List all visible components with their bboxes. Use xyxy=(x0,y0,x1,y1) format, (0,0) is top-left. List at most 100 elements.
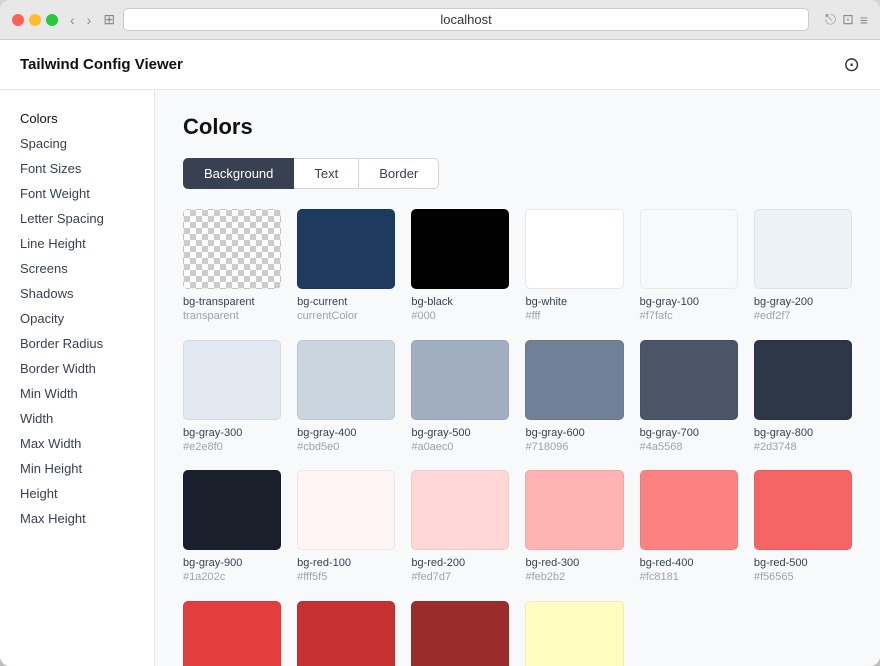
color-name-label: bg-gray-700 xyxy=(640,426,738,440)
sidebar-item-shadows[interactable]: Shadows xyxy=(0,281,154,306)
color-swatch-bg-red-800[interactable] xyxy=(411,601,509,666)
color-value-label: #fff xyxy=(525,309,623,323)
color-name-label: bg-red-400 xyxy=(640,556,738,570)
tab-background[interactable]: Background xyxy=(183,158,294,189)
sidebar-item-font-weight[interactable]: Font Weight xyxy=(0,181,154,206)
sidebar-item-border-radius[interactable]: Border Radius xyxy=(0,331,154,356)
color-swatch-bg-red-200[interactable] xyxy=(411,470,509,550)
color-value-label: #2d3748 xyxy=(754,440,852,454)
color-swatch-bg-red-900[interactable] xyxy=(525,601,623,666)
sidebar-item-width[interactable]: Width xyxy=(0,406,154,431)
color-card-bg-black: bg-black#000 xyxy=(411,209,509,324)
sidebar-item-spacing[interactable]: Spacing xyxy=(0,131,154,156)
close-button[interactable] xyxy=(12,14,24,26)
sidebar-item-min-height[interactable]: Min Height xyxy=(0,456,154,481)
browser-chrome: ‹ › ⊞ localhost ⎋ ⊡ ≡ xyxy=(0,0,880,40)
share-button[interactable]: ⎋ xyxy=(825,11,836,28)
github-icon[interactable]: ⊙ xyxy=(843,52,860,77)
color-swatch-bg-gray-500[interactable] xyxy=(411,340,509,420)
color-swatch-bg-black[interactable] xyxy=(411,209,509,289)
color-swatch-bg-red-700[interactable] xyxy=(297,601,395,666)
color-swatch-bg-gray-100[interactable] xyxy=(640,209,738,289)
main-content: Colors BackgroundTextBorder bg-transpare… xyxy=(155,90,880,666)
color-card-bg-current: bg-currentcurrentColor xyxy=(297,209,395,324)
nav-buttons: ‹ › xyxy=(66,10,95,30)
color-card-bg-transparent: bg-transparenttransparent xyxy=(183,209,281,324)
color-card-bg-red-700: bg-red-700#c53030 xyxy=(297,601,395,666)
browser-actions: ⎋ ⊡ ≡ xyxy=(825,11,868,28)
color-card-bg-red-500: bg-red-500#f56565 xyxy=(754,470,852,585)
color-card-bg-gray-600: bg-gray-600#718096 xyxy=(525,340,623,455)
color-value-label: #fff5f5 xyxy=(297,570,395,584)
color-value-label: #f56565 xyxy=(754,570,852,584)
color-swatch-bg-gray-800[interactable] xyxy=(754,340,852,420)
color-swatch-bg-gray-400[interactable] xyxy=(297,340,395,420)
color-card-bg-gray-500: bg-gray-500#a0aec0 xyxy=(411,340,509,455)
color-value-label: #fc8181 xyxy=(640,570,738,584)
new-tab-button[interactable]: ⊡ xyxy=(842,11,854,28)
app-header: Tailwind Config Viewer ⊙ xyxy=(0,40,880,90)
color-card-bg-red-300: bg-red-300#feb2b2 xyxy=(525,470,623,585)
color-swatch-bg-gray-300[interactable] xyxy=(183,340,281,420)
color-swatch-bg-red-300[interactable] xyxy=(525,470,623,550)
sidebar-item-line-height[interactable]: Line Height xyxy=(0,231,154,256)
sidebar-item-colors[interactable]: Colors xyxy=(0,106,154,131)
maximize-button[interactable] xyxy=(46,14,58,26)
sidebar-item-border-width[interactable]: Border Width xyxy=(0,356,154,381)
sidebar-item-max-height[interactable]: Max Height xyxy=(0,506,154,531)
color-card-bg-red-200: bg-red-200#fed7d7 xyxy=(411,470,509,585)
tab-text[interactable]: Text xyxy=(294,158,359,189)
forward-button[interactable]: › xyxy=(83,10,96,30)
color-swatch-bg-gray-700[interactable] xyxy=(640,340,738,420)
color-tabs: BackgroundTextBorder xyxy=(183,158,852,189)
sidebar-item-letter-spacing[interactable]: Letter Spacing xyxy=(0,206,154,231)
sidebar-item-opacity[interactable]: Opacity xyxy=(0,306,154,331)
color-value-label: #e2e8f0 xyxy=(183,440,281,454)
color-swatch-bg-gray-900[interactable] xyxy=(183,470,281,550)
color-swatch-bg-white[interactable] xyxy=(525,209,623,289)
color-value-label: #fed7d7 xyxy=(411,570,509,584)
color-name-label: bg-gray-100 xyxy=(640,295,738,309)
app-container: Tailwind Config Viewer ⊙ ColorsSpacingFo… xyxy=(0,40,880,666)
color-name-label: bg-gray-600 xyxy=(525,426,623,440)
minimize-button[interactable] xyxy=(29,14,41,26)
sidebar-item-min-width[interactable]: Min Width xyxy=(0,381,154,406)
color-card-bg-gray-800: bg-gray-800#2d3748 xyxy=(754,340,852,455)
color-value-label: #a0aec0 xyxy=(411,440,509,454)
color-value-label: #f7fafc xyxy=(640,309,738,323)
color-swatch-bg-red-600[interactable] xyxy=(183,601,281,666)
color-card-bg-gray-700: bg-gray-700#4a5568 xyxy=(640,340,738,455)
tab-border[interactable]: Border xyxy=(359,158,439,189)
color-value-label: #718096 xyxy=(525,440,623,454)
color-swatch-bg-red-100[interactable] xyxy=(297,470,395,550)
color-name-label: bg-white xyxy=(525,295,623,309)
color-swatch-bg-gray-600[interactable] xyxy=(525,340,623,420)
color-swatch-bg-red-500[interactable] xyxy=(754,470,852,550)
back-button[interactable]: ‹ xyxy=(66,10,79,30)
sidebar-toggle-button[interactable]: ⊞ xyxy=(103,11,115,28)
color-card-bg-red-100: bg-red-100#fff5f5 xyxy=(297,470,395,585)
app-body: ColorsSpacingFont SizesFont WeightLetter… xyxy=(0,90,880,666)
color-name-label: bg-gray-200 xyxy=(754,295,852,309)
address-bar[interactable]: localhost xyxy=(123,8,809,31)
color-name-label: bg-red-500 xyxy=(754,556,852,570)
more-button[interactable]: ≡ xyxy=(860,11,868,28)
color-name-label: bg-current xyxy=(297,295,395,309)
color-swatch-bg-transparent[interactable] xyxy=(183,209,281,289)
color-card-bg-red-800: bg-red-800#9b2c2c xyxy=(411,601,509,666)
color-swatch-bg-gray-200[interactable] xyxy=(754,209,852,289)
color-swatch-bg-current[interactable] xyxy=(297,209,395,289)
color-swatch-bg-red-400[interactable] xyxy=(640,470,738,550)
color-name-label: bg-red-100 xyxy=(297,556,395,570)
color-name-label: bg-red-300 xyxy=(525,556,623,570)
color-card-bg-red-600: bg-red-600#e53e3e xyxy=(183,601,281,666)
color-card-bg-gray-900: bg-gray-900#1a202c xyxy=(183,470,281,585)
color-value-label: currentColor xyxy=(297,309,395,323)
color-value-label: #4a5568 xyxy=(640,440,738,454)
color-card-bg-gray-200: bg-gray-200#edf2f7 xyxy=(754,209,852,324)
sidebar-item-screens[interactable]: Screens xyxy=(0,256,154,281)
sidebar-item-height[interactable]: Height xyxy=(0,481,154,506)
sidebar-item-font-sizes[interactable]: Font Sizes xyxy=(0,156,154,181)
color-card-bg-gray-400: bg-gray-400#cbd5e0 xyxy=(297,340,395,455)
sidebar-item-max-width[interactable]: Max Width xyxy=(0,431,154,456)
